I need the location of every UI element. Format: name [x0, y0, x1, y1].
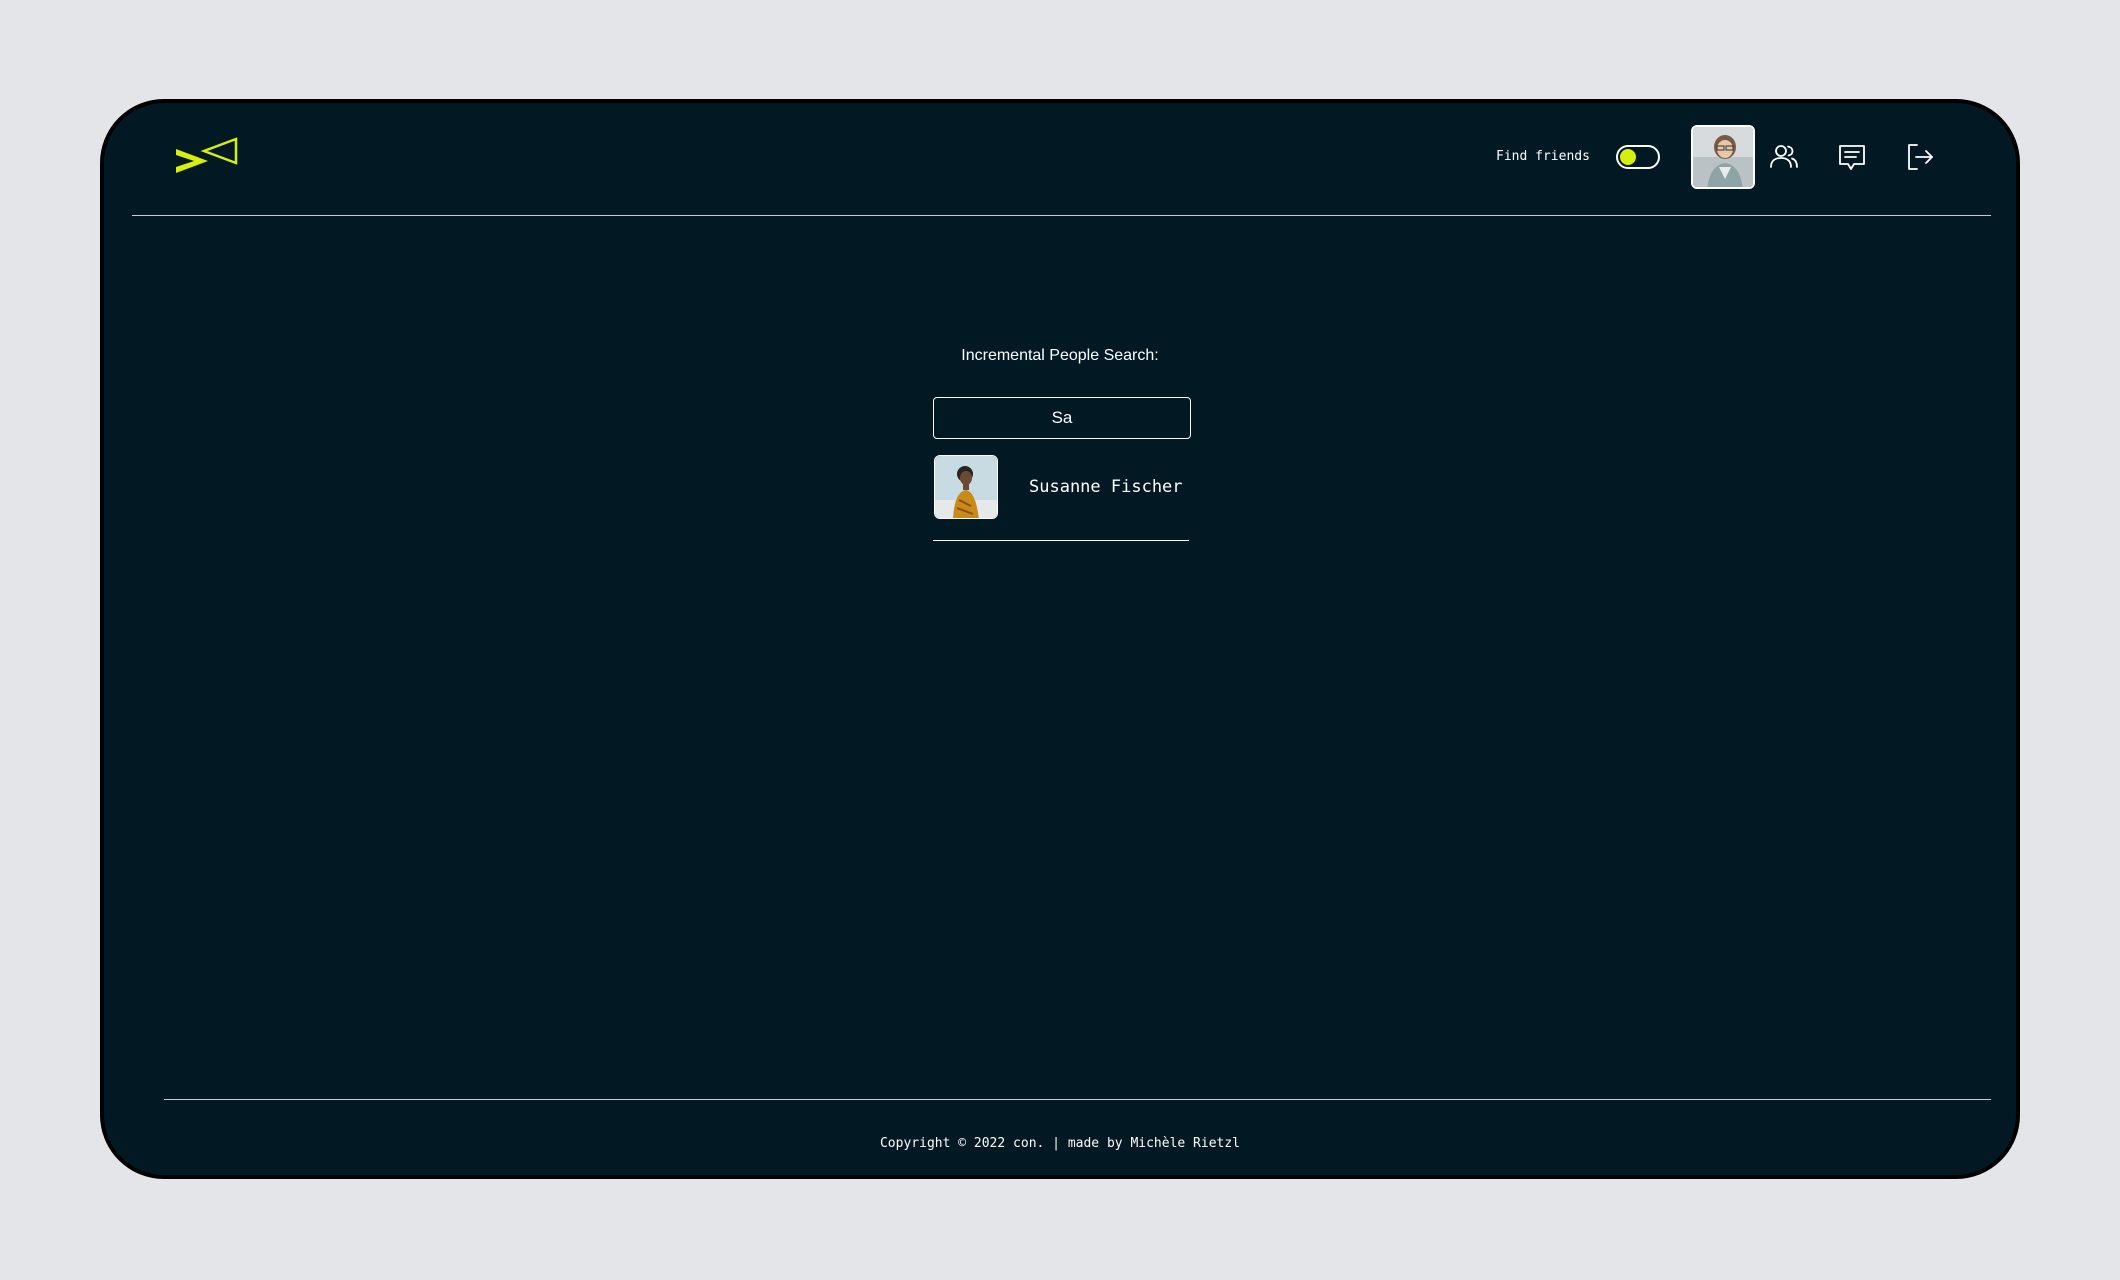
header-divider — [132, 215, 1991, 216]
find-friends-toggle[interactable] — [1616, 145, 1660, 169]
app-window: Find friends Incremental People Search: … — [100, 99, 2020, 1179]
profile-avatar[interactable] — [1691, 125, 1755, 189]
search-title: Incremental People Search: — [961, 347, 1159, 364]
footer-divider — [164, 1099, 1991, 1100]
logout-icon[interactable] — [1904, 141, 1936, 173]
result-name: Susanne Fischer — [1029, 477, 1183, 497]
message-icon[interactable] — [1836, 141, 1868, 173]
result-photo — [935, 456, 997, 518]
header: Find friends — [104, 103, 2016, 215]
profile-photo — [1693, 127, 1753, 187]
toggle-knob — [1620, 149, 1636, 165]
logo-icon[interactable] — [174, 137, 238, 175]
users-icon[interactable] — [1768, 141, 1800, 173]
result-avatar — [934, 455, 998, 519]
search-result-row[interactable]: Susanne Fischer — [933, 453, 1189, 541]
people-search-input[interactable] — [933, 397, 1191, 439]
find-friends-label: Find friends — [1496, 149, 1590, 164]
footer-copyright: Copyright © 2022 con. | made by Michèle … — [879, 1136, 1241, 1151]
